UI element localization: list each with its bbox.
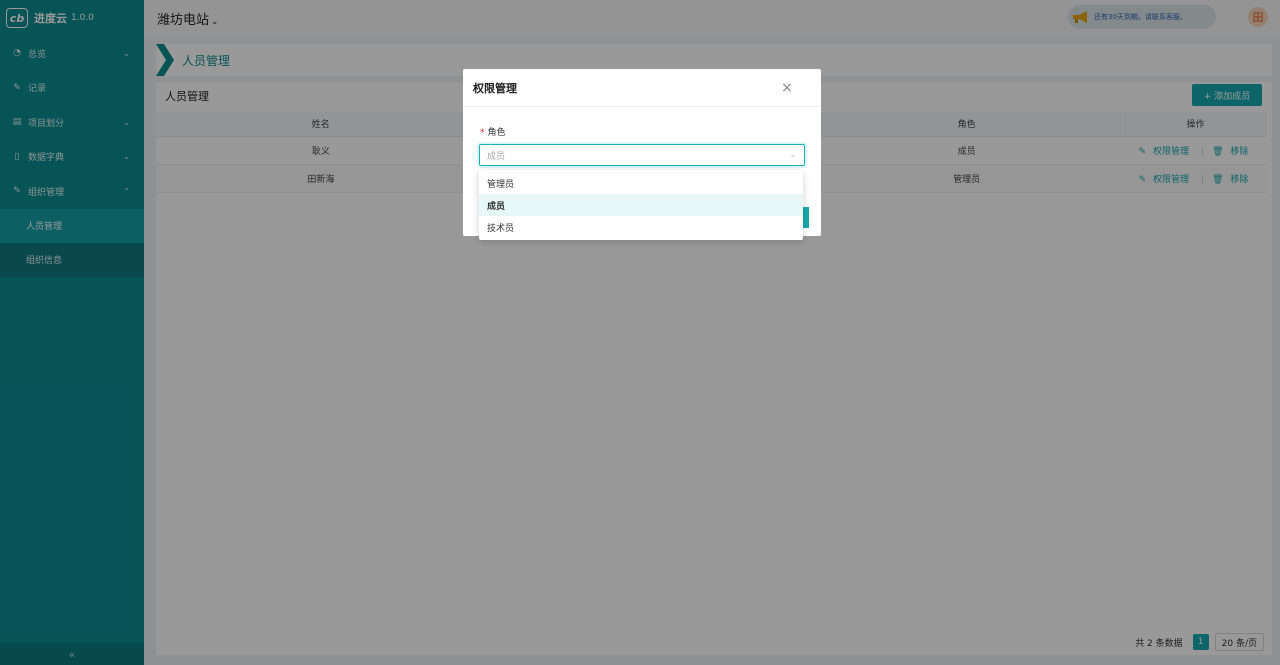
confirm-button[interactable]: [803, 207, 809, 228]
required-mark: *: [480, 128, 485, 138]
role-select-value: 成员: [487, 151, 506, 162]
role-option[interactable]: 成员: [479, 194, 803, 216]
close-icon[interactable]: ×: [781, 80, 793, 96]
role-field-label: * 角色: [480, 125, 506, 138]
role-label-text: 角色: [487, 128, 506, 138]
role-option[interactable]: 技术员: [479, 216, 803, 238]
role-select[interactable]: 成员 ⌄: [479, 144, 805, 166]
chevron-down-icon: ⌄: [789, 150, 796, 159]
modal-title: 权限管理: [473, 81, 517, 95]
role-dropdown: 管理员 成员 技术员: [479, 170, 803, 240]
role-option[interactable]: 管理员: [479, 172, 803, 194]
modal-header: 权限管理: [463, 69, 821, 107]
